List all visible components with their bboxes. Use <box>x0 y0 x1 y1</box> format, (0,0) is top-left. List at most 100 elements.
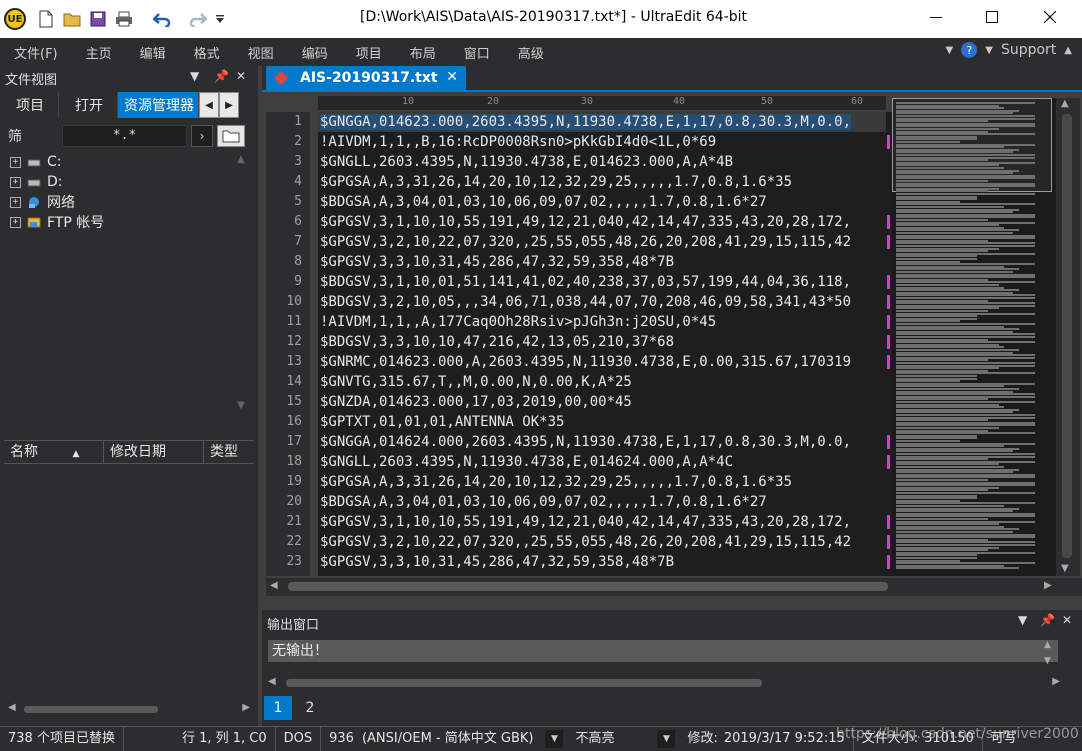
code-line[interactable]: $GPGSV,3,3,10,31,45,286,47,32,59,358,48*… <box>318 252 886 272</box>
line-number[interactable]: 13 <box>266 352 310 372</box>
line-number[interactable]: 6 <box>266 212 310 232</box>
panel-menu-icon[interactable]: ▼ <box>190 69 199 83</box>
code-line[interactable]: $GPGSV,3,1,10,10,55,191,49,12,21,040,42,… <box>318 512 886 532</box>
code-line[interactable]: $GPGSV,3,3,10,31,45,286,47,32,59,358,48*… <box>318 552 886 572</box>
undo-icon[interactable] <box>152 9 172 29</box>
tab-scroll-right-icon[interactable]: ▶ <box>219 92 239 118</box>
code-line[interactable]: $GNGLL,2603.4395,N,11930.4738,E,014624.0… <box>318 452 886 472</box>
line-number[interactable]: 18 <box>266 452 310 472</box>
output-hscrollbar[interactable]: ◀ ▶ <box>268 676 1060 690</box>
scroll-thumb[interactable] <box>1062 114 1072 558</box>
status-line-ending[interactable]: DOS <box>276 727 322 751</box>
editor-tab-ais[interactable]: AIS-20190317.txt ✕ <box>266 66 466 90</box>
scroll-right-icon[interactable]: ▶ <box>1044 580 1052 591</box>
encoding-dropdown-icon[interactable]: ▼ <box>545 730 564 748</box>
tree-item-network[interactable]: + 网络 <box>0 192 258 212</box>
menu-view[interactable]: 视图 <box>248 43 274 62</box>
expand-icon[interactable]: + <box>10 216 21 228</box>
highlight-dropdown-icon[interactable]: ▼ <box>657 730 676 748</box>
menu-project[interactable]: 项目 <box>356 43 382 62</box>
line-number[interactable]: 2 <box>266 132 310 152</box>
scroll-left-icon[interactable]: ◀ <box>8 702 16 713</box>
pin-icon[interactable]: 📌 <box>1040 613 1055 627</box>
close-button[interactable] <box>1022 0 1078 34</box>
line-number[interactable]: 14 <box>266 372 310 392</box>
save-icon[interactable] <box>88 9 108 29</box>
line-number[interactable]: 7 <box>266 232 310 252</box>
code-line[interactable]: $BDGSA,A,3,04,01,03,10,06,09,07,02,,,,,1… <box>318 192 886 212</box>
new-file-icon[interactable] <box>36 9 56 29</box>
customize-toolbar-icon[interactable] <box>214 9 226 29</box>
line-number[interactable]: 9 <box>266 272 310 292</box>
code-line[interactable]: $GPGSA,A,3,31,26,14,20,10,12,32,29,25,,,… <box>318 172 886 192</box>
code-line[interactable]: $GNGGA,014624.000,2603.4395,N,11930.4738… <box>318 432 886 452</box>
panel-close-icon[interactable]: ✕ <box>1062 613 1072 627</box>
column-modified[interactable]: 修改日期 <box>104 440 204 464</box>
status-position[interactable]: 行 1, 列 1, C0 <box>174 727 276 751</box>
menu-format[interactable]: 格式 <box>194 43 220 62</box>
line-number[interactable]: 17 <box>266 432 310 452</box>
code-line[interactable]: !AIVDM,1,1,,B,16:RcDP0008Rsn0>pKkGbI4d0<… <box>318 132 886 152</box>
tree-item-d-drive[interactable]: + D: <box>0 172 258 192</box>
scroll-thumb[interactable] <box>288 582 888 591</box>
menu-file[interactable]: 文件(F) <box>14 43 58 62</box>
expand-icon[interactable]: + <box>10 156 21 168</box>
panel-menu-icon[interactable]: ▼ <box>1018 613 1027 627</box>
status-highlight[interactable]: 不高亮 <box>567 727 653 751</box>
expand-icon[interactable]: + <box>10 176 21 188</box>
line-number[interactable]: 5 <box>266 192 310 212</box>
line-number[interactable]: 11 <box>266 312 310 332</box>
editor-vscrollbar[interactable]: ▲ ▼ <box>1056 98 1080 576</box>
expand-icon[interactable]: + <box>10 196 21 208</box>
code-editor[interactable]: $GNGGA,014623.000,2603.4395,N,11930.4738… <box>318 112 886 576</box>
tree-item-c-drive[interactable]: + C: <box>0 152 258 172</box>
line-number[interactable]: 4 <box>266 172 310 192</box>
code-line[interactable]: $GNGGA,014623.000,2603.4395,N,11930.4738… <box>318 112 886 132</box>
scroll-thumb[interactable] <box>286 679 762 687</box>
support-menu[interactable]: Support <box>1001 42 1056 58</box>
scroll-up-icon[interactable]: ▲ <box>1061 98 1069 109</box>
minimize-button[interactable] <box>908 0 964 34</box>
scroll-right-icon[interactable]: ▶ <box>1052 676 1060 687</box>
code-line[interactable]: $GNRMC,014623.000,A,2603.4395,N,11930.47… <box>318 352 886 372</box>
scroll-left-icon[interactable]: ◀ <box>268 676 276 687</box>
code-line[interactable]: $BDGSV,3,2,10,05,,,34,06,71,038,44,07,70… <box>318 292 886 312</box>
code-line[interactable]: $GPGSV,3,2,10,22,07,320,,25,55,055,48,26… <box>318 232 886 252</box>
line-number[interactable]: 20 <box>266 492 310 512</box>
line-number[interactable]: 1 <box>266 112 310 132</box>
column-type[interactable]: 类型 <box>204 440 254 464</box>
minimap[interactable] <box>892 98 1056 576</box>
panel-close-icon[interactable]: ✕ <box>236 69 246 83</box>
line-number[interactable]: 12 <box>266 332 310 352</box>
tree-scrollbar[interactable]: ▲ ▼ <box>234 154 248 414</box>
code-line[interactable]: $GPGSV,3,1,10,10,55,191,49,12,21,040,42,… <box>318 212 886 232</box>
line-number[interactable]: 16 <box>266 412 310 432</box>
support-dropdown-icon[interactable]: ▼ <box>985 45 993 56</box>
menu-edit[interactable]: 编辑 <box>140 43 166 62</box>
scroll-left-icon[interactable]: ◀ <box>270 580 278 591</box>
line-number[interactable]: 15 <box>266 392 310 412</box>
redo-icon[interactable] <box>188 9 208 29</box>
scroll-down-icon[interactable]: ▼ <box>234 400 248 414</box>
line-number[interactable]: 21 <box>266 512 310 532</box>
tab-close-icon[interactable]: ✕ <box>446 69 458 85</box>
menu-advanced[interactable]: 高级 <box>518 43 544 62</box>
tab-open[interactable]: 打开 <box>59 92 118 118</box>
help-icon[interactable]: ? <box>961 42 978 58</box>
file-view-hscrollbar[interactable]: ◀ ▶ <box>8 702 250 716</box>
code-line[interactable]: $BDGSA,A,3,04,01,03,10,06,09,07,02,,,,,1… <box>318 492 886 512</box>
line-number[interactable]: 23 <box>266 552 310 572</box>
menu-scroll-up-icon[interactable]: ▲ <box>1064 45 1072 56</box>
line-number[interactable]: 19 <box>266 472 310 492</box>
code-line[interactable]: $BDGSV,3,1,10,01,51,141,41,02,40,238,37,… <box>318 272 886 292</box>
open-folder-icon[interactable] <box>62 9 82 29</box>
tree-item-ftp[interactable]: + FTP 帐号 <box>0 212 258 232</box>
pin-icon[interactable]: 📌 <box>214 69 229 83</box>
scroll-thumb[interactable] <box>24 706 158 713</box>
filter-go-button[interactable]: › <box>191 125 213 147</box>
maximize-button[interactable] <box>964 0 1020 34</box>
line-number[interactable]: 22 <box>266 532 310 552</box>
code-line[interactable]: !AIVDM,1,1,,A,177Caq0Oh28Rsiv>pJGh3n:j20… <box>318 312 886 332</box>
code-line[interactable]: $GPGSA,A,3,31,26,14,20,10,12,32,29,25,,,… <box>318 472 886 492</box>
menu-home[interactable]: 主页 <box>86 43 112 62</box>
